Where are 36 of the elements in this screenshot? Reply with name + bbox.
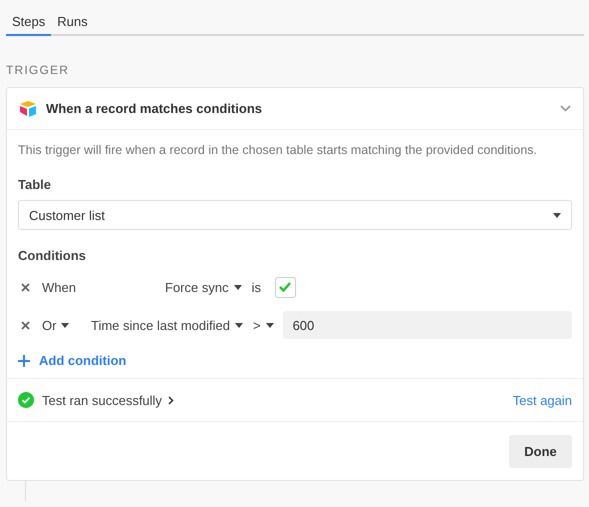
trigger-title: When a record matches conditions (46, 101, 263, 116)
caret-icon (234, 322, 243, 328)
trigger-description: This trigger will fire when a record in the chosen table starts matching the provided conditions. (18, 143, 538, 157)
field-dropdown[interactable]: Force sync (165, 280, 242, 294)
test-status-button[interactable]: Test ran successfully (18, 392, 513, 408)
caret-icon (234, 284, 242, 290)
remove-button[interactable] (19, 319, 31, 331)
done-button[interactable]: Done (509, 435, 572, 468)
tab[interactable]: Runs (51, 10, 94, 36)
caret-icon (61, 322, 70, 328)
checkbox[interactable] (274, 276, 296, 298)
operator-label: is (252, 280, 261, 294)
remove-button[interactable] (19, 281, 31, 293)
chevron-icon (168, 396, 174, 404)
plus-icon (18, 354, 30, 366)
close-icon (20, 282, 30, 292)
tab[interactable]: Steps (6, 10, 52, 36)
operator-dropdown[interactable]: > (252, 318, 274, 332)
test-again-link[interactable]: Test again (512, 392, 572, 408)
chevron-icon[interactable] (560, 105, 571, 112)
success-icon (18, 392, 34, 408)
caret-icon (266, 322, 274, 328)
check-icon (279, 282, 292, 292)
conjunction-label: When (42, 280, 77, 294)
add-condition-button[interactable]: Add condition (18, 353, 126, 368)
field-label: Table (18, 177, 52, 192)
trigger-header[interactable]: When a record matches conditions (7, 88, 583, 130)
section-title: TRIGGER (6, 63, 70, 77)
conjunction-dropdown[interactable]: Or (42, 318, 91, 332)
close-icon (20, 320, 30, 330)
logo-icon (19, 100, 37, 116)
field-dropdown[interactable]: Time since last modified (91, 318, 243, 332)
table-select[interactable]: Customer list (18, 200, 572, 230)
caret-icon (553, 212, 561, 218)
value-field[interactable]: 600 (282, 311, 572, 339)
field-label: Conditions (18, 248, 87, 263)
